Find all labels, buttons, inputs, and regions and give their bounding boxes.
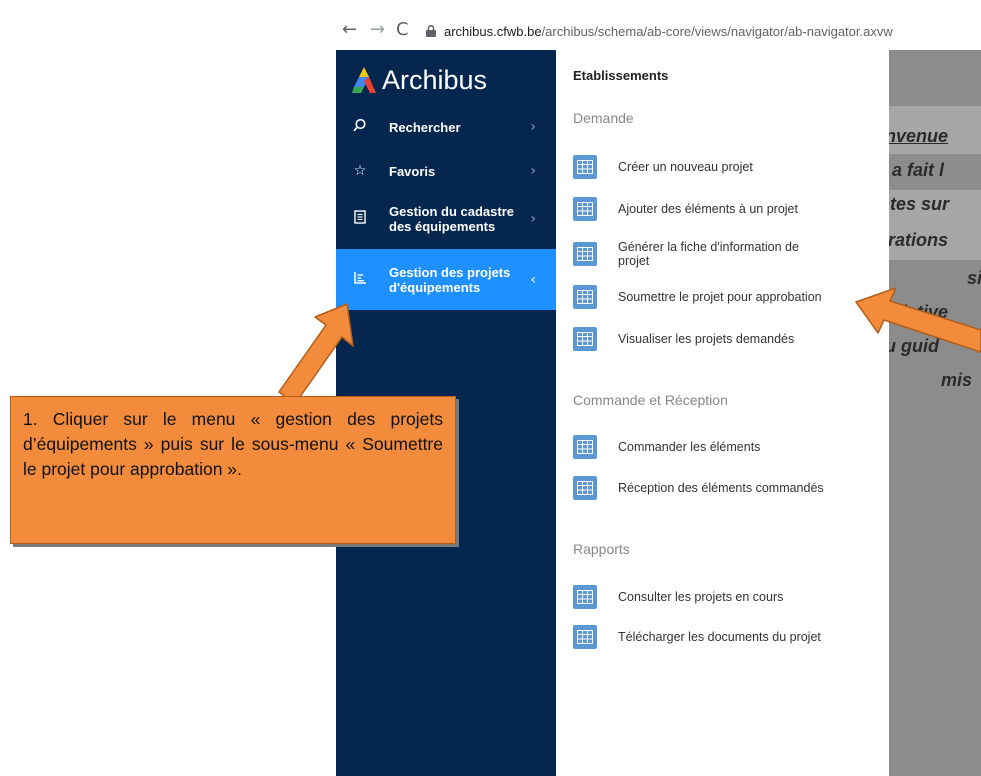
menu-entry-reception-elements[interactable]: Réception des éléments commandés	[573, 476, 873, 500]
background-text: ntes sur	[889, 194, 950, 214]
panel-title: Etablissements	[573, 68, 669, 83]
forward-arrow-icon[interactable]: →	[370, 21, 385, 39]
sidebar-item-gestion-cadastre[interactable]: Gestion du cadastre des équipements ›	[336, 196, 556, 242]
table-icon	[573, 197, 597, 221]
submenu-panel: Etablissements Demande Créer un nouveau …	[556, 50, 889, 776]
document-icon	[352, 210, 368, 228]
menu-entry-label: Soumettre le projet pour approbation	[618, 290, 822, 304]
logo-text: Archibus	[382, 64, 488, 95]
table-icon	[573, 585, 597, 609]
menu-entry-label: Commander les éléments	[618, 440, 761, 454]
section-title-commande: Commande et Réception	[573, 392, 728, 408]
browser-toolbar: ← → C archibus.cfwb.be/archibus/schema/a…	[336, 14, 981, 50]
url-domain: archibus.cfwb.be	[444, 24, 542, 39]
archibus-logo-icon	[352, 67, 376, 93]
archibus-logo[interactable]: Archibus	[352, 60, 487, 100]
menu-entry-creer-projet[interactable]: Créer un nouveau projet	[573, 155, 873, 179]
section-title-rapports: Rapports	[573, 541, 630, 557]
callout-arrow-to-submenu	[855, 287, 981, 353]
background-text: nvenue	[889, 126, 949, 146]
instruction-callout: 1. Cliquer sur le menu « gestion des pro…	[10, 396, 456, 544]
menu-entry-label: Consulter les projets en cours	[618, 590, 784, 604]
url-path: /archibus/schema/ab-core/views/navigator…	[541, 24, 893, 39]
sidebar-item-gestion-projets[interactable]: Gestion des projets d'équipements ‹	[336, 249, 556, 310]
sidebar-item-label: Favoris	[389, 163, 436, 179]
menu-entry-label: Ajouter des éléments à un projet	[618, 202, 798, 216]
sidebar-item-rechercher[interactable]: Rechercher ›	[336, 112, 556, 142]
menu-entry-label: Télécharger les documents du projet	[618, 630, 821, 644]
menu-entry-label: Visualiser les projets demandés	[618, 332, 795, 346]
background-text: mis	[941, 370, 973, 390]
background-text: : a fait l	[889, 160, 945, 180]
menu-entry-label: Réception des éléments commandés	[618, 481, 824, 495]
menu-entry-telecharger-documents[interactable]: Télécharger les documents du projet	[573, 625, 873, 649]
table-icon	[573, 285, 597, 309]
chevron-right-icon: ›	[530, 119, 536, 135]
sidebar-item-label: Gestion des projets d'équipements	[389, 265, 510, 295]
menu-entry-label: Générer la fiche d'information de projet	[618, 240, 799, 268]
chevron-right-icon: ›	[530, 163, 536, 179]
table-icon	[573, 242, 597, 266]
table-icon	[573, 327, 597, 351]
menu-entry-label: Créer un nouveau projet	[618, 160, 753, 174]
chart-icon	[352, 271, 368, 288]
search-icon	[352, 118, 368, 136]
label-line-1: Gestion du cadastre	[389, 204, 514, 219]
callout-text: 1. Cliquer sur le menu « gestion des pro…	[23, 409, 443, 479]
label-line-2: des équipements	[389, 219, 496, 234]
reload-icon[interactable]: C	[396, 21, 409, 39]
sidebar-item-favoris[interactable]: ☆ Favoris ›	[336, 156, 556, 186]
table-icon	[573, 155, 597, 179]
star-icon: ☆	[353, 163, 367, 179]
label-line-2: projet	[618, 254, 650, 268]
label-line-1: Gestion des projets	[389, 264, 511, 280]
section-title-demande: Demande	[573, 110, 634, 126]
back-arrow-icon[interactable]: ←	[342, 21, 357, 39]
chevron-right-icon: ›	[530, 211, 536, 227]
table-icon	[573, 625, 597, 649]
menu-entry-ajouter-elements[interactable]: Ajouter des éléments à un projet	[573, 197, 873, 221]
sidebar-item-label: Rechercher	[389, 119, 461, 135]
background-text: orations	[889, 230, 949, 250]
label-line-2: d'équipements	[389, 279, 481, 295]
lock-icon	[426, 25, 436, 37]
menu-entry-soumettre-projet[interactable]: Soumettre le projet pour approbation	[573, 285, 873, 309]
menu-entry-consulter-projets[interactable]: Consulter les projets en cours	[573, 585, 873, 609]
address-bar[interactable]: archibus.cfwb.be/archibus/schema/ab-core…	[444, 24, 893, 39]
chevron-left-icon: ‹	[530, 271, 536, 288]
menu-entry-commander-elements[interactable]: Commander les éléments	[573, 435, 873, 459]
table-icon	[573, 476, 597, 500]
menu-entry-visualiser-projets[interactable]: Visualiser les projets demandés	[573, 327, 873, 351]
menu-entry-generer-fiche[interactable]: Générer la fiche d'information de projet	[573, 240, 873, 268]
background-page: nvenue : a fait l ntes sur orations si p…	[889, 50, 981, 776]
label-line-1: Générer la fiche d'information de	[618, 240, 799, 254]
sidebar-item-label: Gestion du cadastre des équipements	[389, 204, 514, 234]
table-icon	[573, 435, 597, 459]
